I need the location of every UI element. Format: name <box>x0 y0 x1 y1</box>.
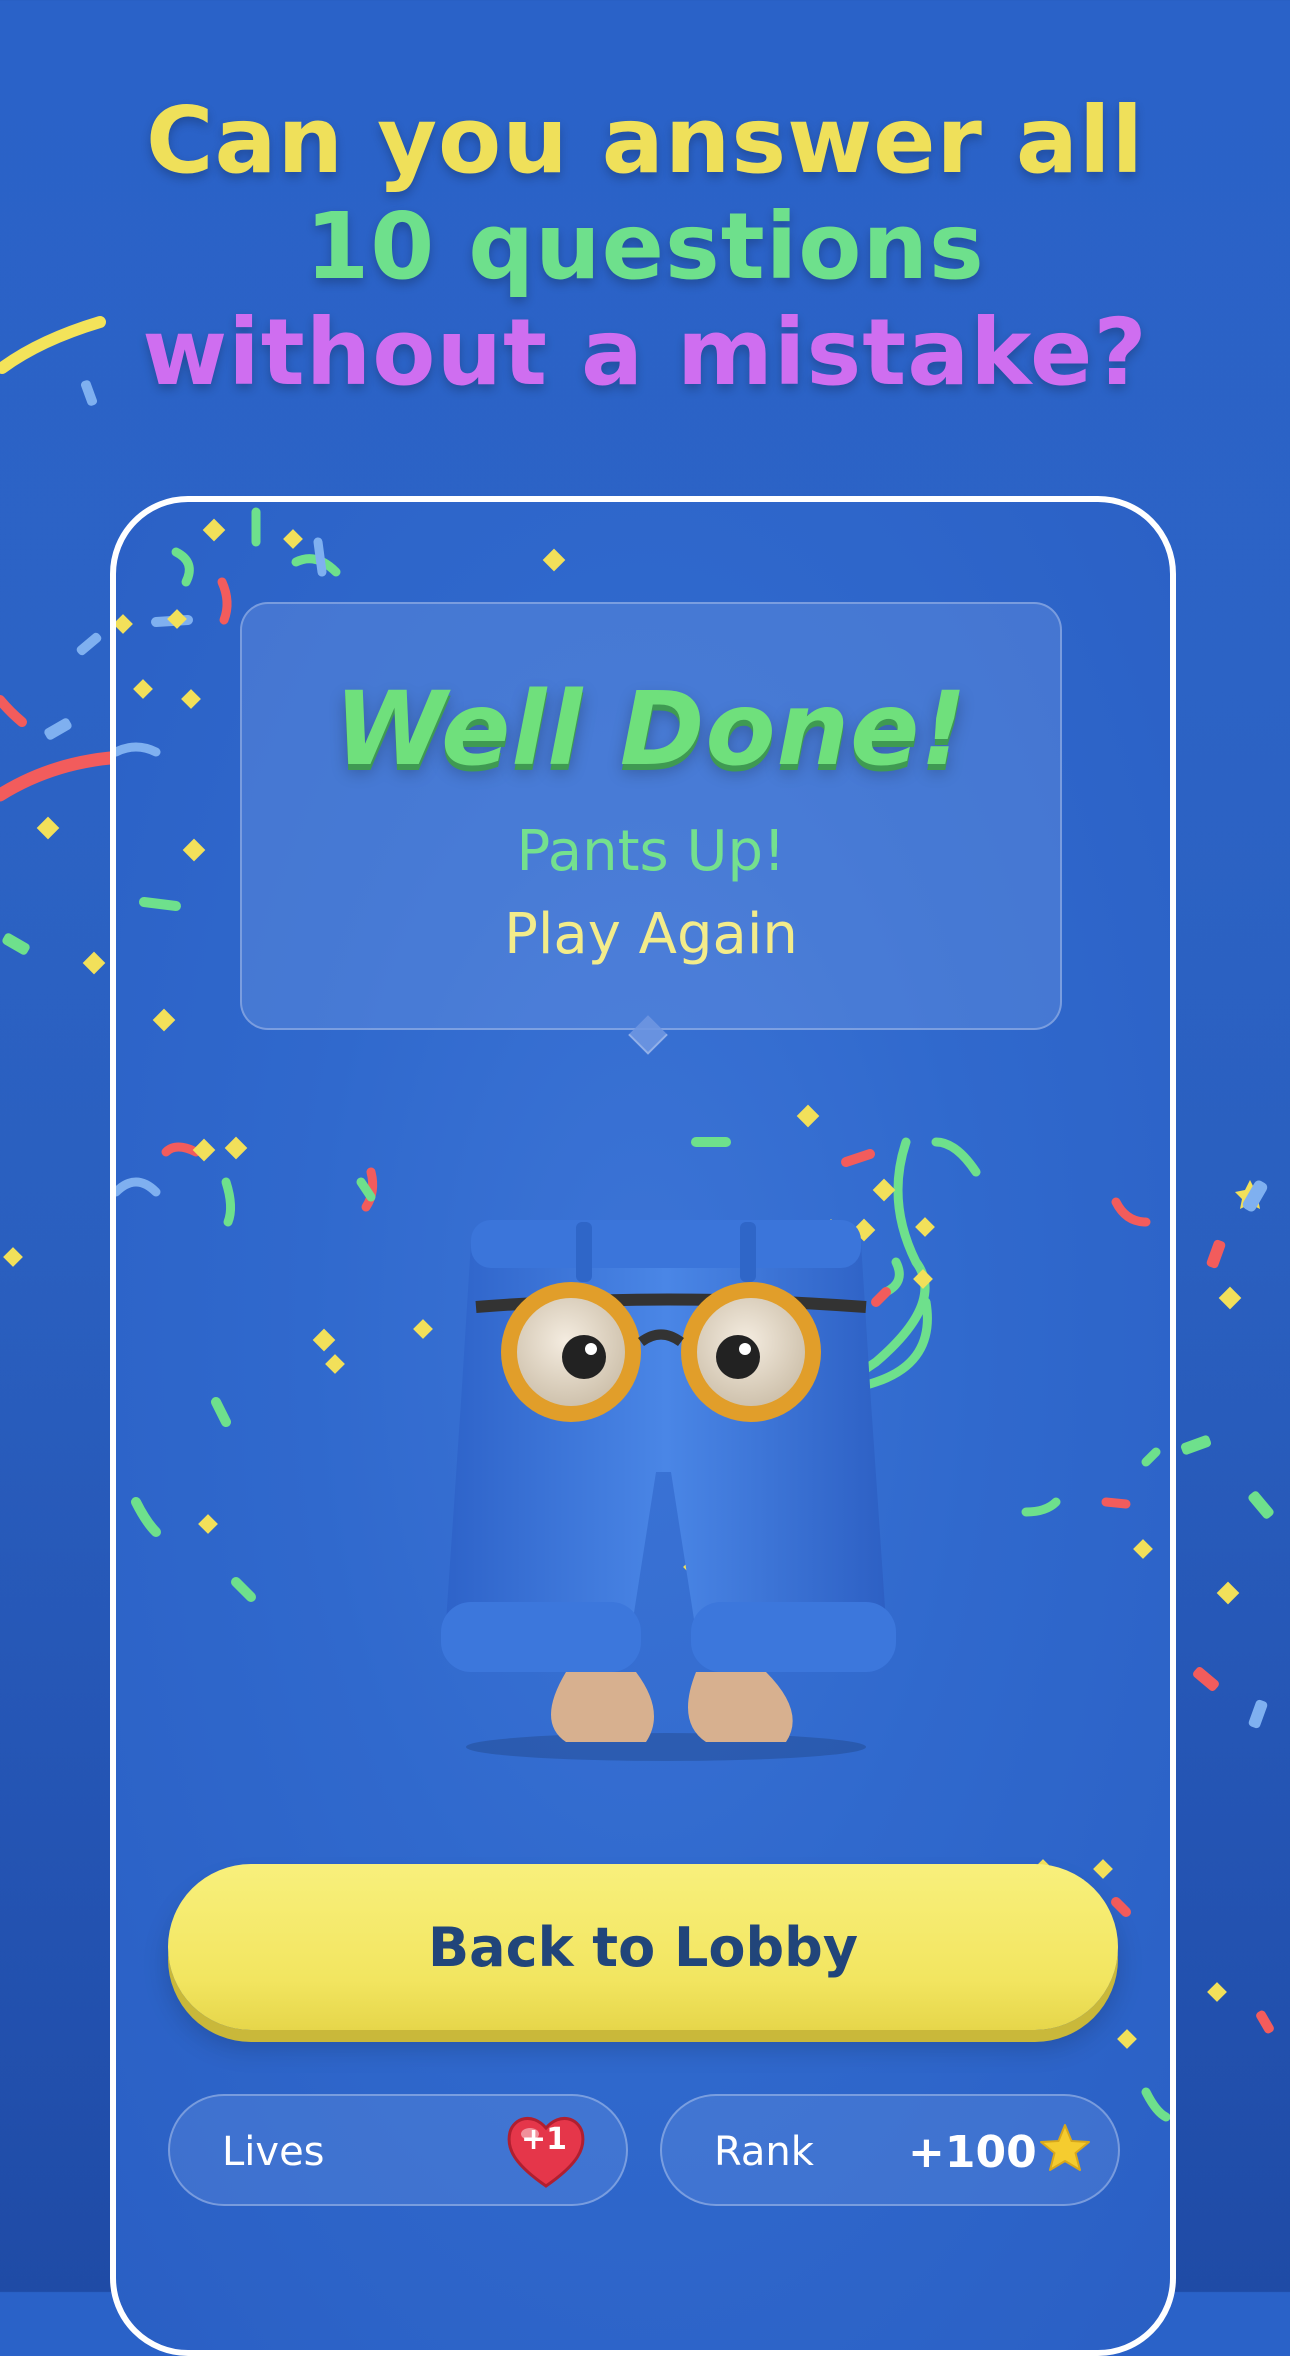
headline-line-3: without a mistake? <box>142 299 1148 406</box>
star-icon <box>1040 2124 1090 2171</box>
headline: Can you answer all 10 questions without … <box>0 88 1290 406</box>
lives-badge: +1 <box>520 2122 567 2157</box>
play-again-link[interactable]: Play Again <box>242 902 1060 967</box>
lives-label: Lives <box>222 2129 325 2175</box>
result-subtitle: Pants Up! <box>516 819 786 884</box>
rank-pill: Rank +100 <box>660 2094 1120 2206</box>
rank-label: Rank <box>714 2129 814 2175</box>
headline-line-1: Can you answer all <box>145 87 1145 194</box>
pants-mascot <box>441 1220 896 1761</box>
result-title: Well Done! <box>334 670 968 789</box>
result-speech-bubble: Well Done! Pants Up! Play Again <box>240 602 1062 1030</box>
headline-line-2: 10 questions <box>305 193 985 300</box>
lives-pill: Lives +1 <box>168 2094 628 2206</box>
back-to-lobby-button[interactable]: Back to Lobby <box>168 1864 1118 2030</box>
phone-frame: Well Done! Pants Up! Play Again Back to … <box>110 496 1176 2356</box>
rank-value: +100 <box>908 2127 1037 2178</box>
